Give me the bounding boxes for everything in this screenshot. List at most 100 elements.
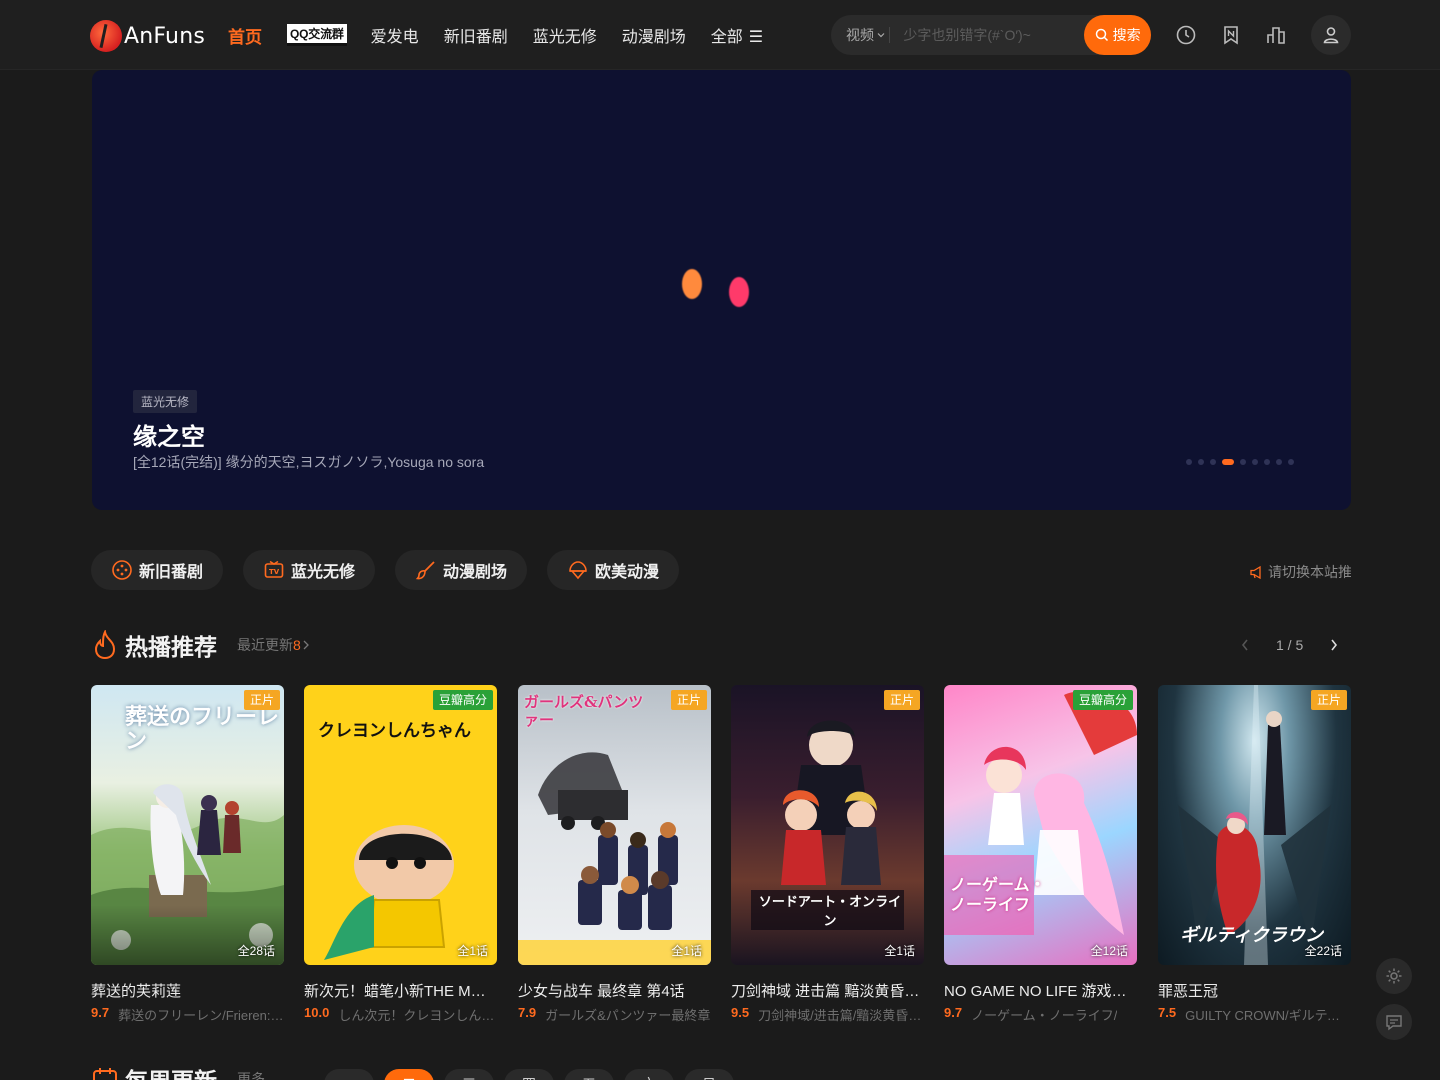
nav-all-label: 全部 <box>710 29 743 46</box>
gamepad-icon <box>112 560 132 580</box>
user-button[interactable] <box>1311 15 1351 55</box>
anime-card[interactable]: クレヨンしんちゃん 豆瓣高分 全1话 新次元！蜡笔小新THE MOVIE 超能力… <box>304 685 497 1024</box>
category-western[interactable]: 欧美动漫 <box>547 550 680 590</box>
search-type-label: 视频 <box>846 27 874 43</box>
search-button-label: 搜索 <box>1112 27 1141 43</box>
anime-meta: 10.0 しん次元！クレヨンしんちゃん <box>304 1005 497 1024</box>
anime-score: 9.7 <box>91 1005 110 1020</box>
menu-icon: ☰ <box>748 29 764 46</box>
banner-dot[interactable] <box>1252 459 1258 465</box>
prev-page-button[interactable] <box>1236 635 1254 655</box>
episode-count: 全28话 <box>237 944 275 958</box>
anime-title[interactable]: 少女与战车 最终章 第4话 <box>518 980 711 1001</box>
banner-pagination <box>1186 459 1300 465</box>
banner-dot[interactable] <box>1240 459 1246 465</box>
poster-title-art: クレヨンしんちゃん <box>318 721 471 741</box>
anime-poster[interactable]: ソードアート・オンライン 正片 全1话 <box>731 685 924 965</box>
anime-card[interactable]: ギルティクラウン 正片 全22话 罪恶王冠 7.5 GUILTY CROWN/ギ… <box>1158 685 1351 1024</box>
badge-zhengpian: 正片 <box>670 690 707 710</box>
anime-poster[interactable]: クレヨンしんちゃん 豆瓣高分 全1话 <box>304 685 497 965</box>
category-bluray[interactable]: TV 蓝光无修 <box>243 550 376 590</box>
anime-alias: しん次元！クレヨンしんちゃん <box>338 1008 497 1023</box>
anime-meta: 7.5 GUILTY CROWN/ギルティクラウン <box>1158 1005 1351 1024</box>
weekly-more-link[interactable]: 更多 <box>237 1069 265 1080</box>
anime-title[interactable]: 刀剑神域 进击篇 黯淡黄昏的谐谑曲 <box>731 980 924 1001</box>
banner-dot[interactable] <box>1198 459 1204 465</box>
recent-update-link[interactable]: 最近更新 8 <box>237 635 311 655</box>
bookmark-icon[interactable] <box>1220 24 1242 46</box>
banner-dot[interactable] <box>1186 459 1192 465</box>
notice-text: 请切换本站推 <box>1268 564 1351 580</box>
ranking-icon[interactable] <box>1265 24 1287 46</box>
section-title: 热播推荐 <box>125 634 217 660</box>
fire-icon <box>94 630 116 660</box>
search-input[interactable] <box>889 15 1085 55</box>
weekday-tab[interactable]: 六 <box>624 1069 674 1080</box>
hero-banner[interactable]: 蓝光无修 缘之空 [全12话(完结)] 缘分的天空,ヨスガノソラ,Yosuga … <box>92 70 1351 510</box>
chevron-right-icon <box>1331 639 1338 651</box>
weekday-tab[interactable]: 日 <box>684 1069 734 1080</box>
search-icon <box>1095 28 1108 42</box>
banner-dot[interactable] <box>1276 459 1282 465</box>
anime-card[interactable]: ノーゲーム・ノーライフ 豆瓣高分 全12话 NO GAME NO LIFE 游戏… <box>944 685 1137 1024</box>
weekday-tab[interactable]: 三 <box>444 1069 494 1080</box>
banner-title[interactable]: 缘之空 <box>133 417 205 452</box>
nav-afdian[interactable]: 爱发电 <box>371 23 419 47</box>
banner-dot[interactable] <box>1288 459 1294 465</box>
badge-douban: 豆瓣高分 <box>1072 690 1133 710</box>
anime-card[interactable]: ソードアート・オンライン 正片 全1话 刀剑神域 进击篇 黯淡黄昏的谐谑曲 9.… <box>731 685 924 1024</box>
anime-title[interactable]: 葬送的芙莉莲 <box>91 980 284 1001</box>
nav-theater[interactable]: 动漫剧场 <box>622 23 686 47</box>
anime-poster[interactable]: ギルティクラウン 正片 全22话 <box>1158 685 1351 965</box>
banner-dot-active[interactable] <box>1222 459 1234 465</box>
anime-title[interactable]: 罪恶王冠 <box>1158 980 1351 1001</box>
banner-subtitle: [全12话(完结)] 缘分的天空,ヨスガノソラ,Yosuga no sora <box>133 454 485 470</box>
banner-tag: 蓝光无修 <box>133 390 198 413</box>
anime-card[interactable]: 葬送のフリーレン 正片 全28话 葬送的芙莉莲 9.7 葬送のフリーレン/Fri… <box>91 685 284 1024</box>
episode-count: 全1话 <box>884 944 915 958</box>
category-new-old-anime[interactable]: 新旧番剧 <box>91 550 224 590</box>
nav-bluray[interactable]: 蓝光无修 <box>533 23 597 47</box>
nav-all[interactable]: 全部 ☰ <box>711 23 763 47</box>
anime-score: 9.5 <box>731 1005 750 1020</box>
banner-dot[interactable] <box>1264 459 1270 465</box>
anime-title[interactable]: NO GAME NO LIFE 游戏人生 <box>944 980 1137 1001</box>
weekday-tab-active[interactable]: 二 <box>384 1069 434 1080</box>
anime-card[interactable]: ガールズ&パンツァー 正片 全1话 少女与战车 最终章 第4话 7.9 ガールズ… <box>518 685 711 1024</box>
banner-dot[interactable] <box>1210 459 1216 465</box>
site-notice[interactable]: 请切换本站推 <box>1249 562 1351 582</box>
nav-new-old-anime[interactable]: 新旧番剧 <box>444 23 508 47</box>
category-label: 新旧番剧 <box>139 564 204 581</box>
nav-qq-group[interactable]: QQ交流群 <box>287 24 347 46</box>
weekday-tab[interactable]: 五 <box>564 1069 614 1080</box>
episode-count: 全1话 <box>457 944 488 958</box>
next-page-button[interactable] <box>1325 635 1343 655</box>
category-label: 蓝光无修 <box>291 564 356 581</box>
comment-button[interactable] <box>1376 1004 1412 1040</box>
weekday-tab[interactable]: 一 <box>324 1069 374 1080</box>
megaphone-icon <box>1250 565 1261 579</box>
episode-count: 全12话 <box>1090 944 1128 958</box>
history-icon[interactable] <box>1175 24 1197 46</box>
poster-art <box>944 691 1137 935</box>
search-type-select[interactable]: 视频 <box>831 25 889 45</box>
hot-pager: 1 / 5 <box>1236 635 1343 655</box>
globe-icon <box>569 561 587 580</box>
weekly-section-header: 每周更新 更多 <box>91 1064 265 1080</box>
site-logo[interactable]: AnFuns <box>90 20 205 52</box>
category-label: 欧美动漫 <box>595 564 660 581</box>
category-theater[interactable]: 动漫剧场 <box>395 550 528 590</box>
weekday-tab[interactable]: 四 <box>504 1069 554 1080</box>
badge-zhengpian: 正片 <box>243 690 280 710</box>
nav-home[interactable]: 首页 <box>228 23 262 48</box>
poster-title-art: ソードアート・オンライン <box>758 895 902 929</box>
category-label: 动漫剧场 <box>443 564 508 581</box>
anime-title[interactable]: 新次元！蜡笔小新THE MOVIE 超能力大决战 <box>304 980 497 1001</box>
search-button[interactable]: 搜索 <box>1084 15 1151 55</box>
anime-poster[interactable]: ノーゲーム・ノーライフ 豆瓣高分 全12话 <box>944 685 1137 965</box>
settings-button[interactable] <box>1376 958 1412 994</box>
user-icon <box>1323 27 1339 44</box>
anime-poster[interactable]: ガールズ&パンツァー 正片 全1话 <box>518 685 711 965</box>
recent-update-label: 最近更新 <box>237 637 293 653</box>
anime-poster[interactable]: 葬送のフリーレン 正片 全28话 <box>91 685 284 965</box>
